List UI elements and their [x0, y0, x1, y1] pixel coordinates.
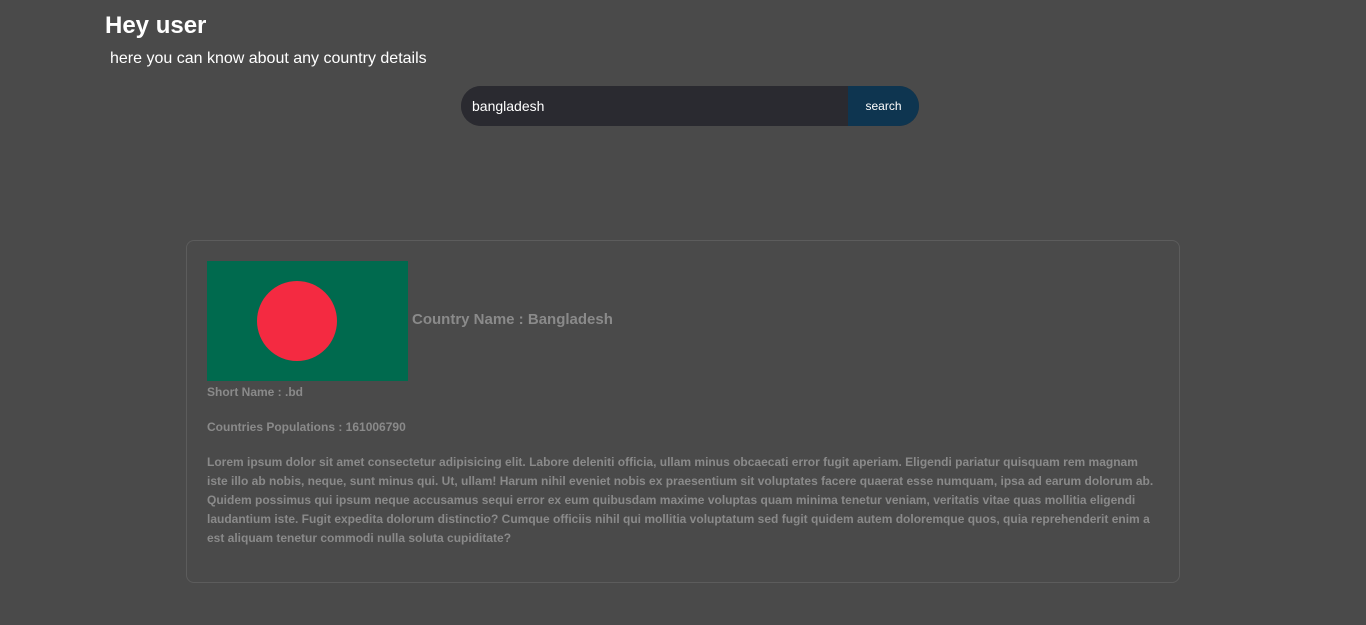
- population-label: Countries Populations :: [207, 420, 346, 434]
- short-name-value: .bd: [285, 385, 304, 399]
- short-name-label: Short Name :: [207, 385, 286, 399]
- country-name-value: Bangladesh: [527, 311, 613, 328]
- country-name: Country Name : Bangladesh: [412, 311, 613, 329]
- flag-disc: [257, 281, 337, 361]
- bangladesh-flag-icon: [207, 261, 408, 381]
- country-name-label: Country Name :: [412, 311, 528, 328]
- country-population: Countries Populations : 161006790: [207, 419, 406, 435]
- population-value: 161006790: [345, 420, 406, 434]
- page-subtitle: here you can know about any country deta…: [110, 50, 427, 67]
- search-bar: search: [461, 86, 919, 126]
- country-short-name: Short Name : .bd: [207, 384, 303, 400]
- country-description: Lorem ipsum dolor sit amet consectetur a…: [207, 455, 1154, 545]
- country-card: Country Name : Bangladesh Short Name : .…: [186, 240, 1180, 583]
- search-input[interactable]: [461, 86, 848, 126]
- page-greeting: Hey user: [105, 12, 207, 39]
- search-button[interactable]: search: [848, 86, 919, 126]
